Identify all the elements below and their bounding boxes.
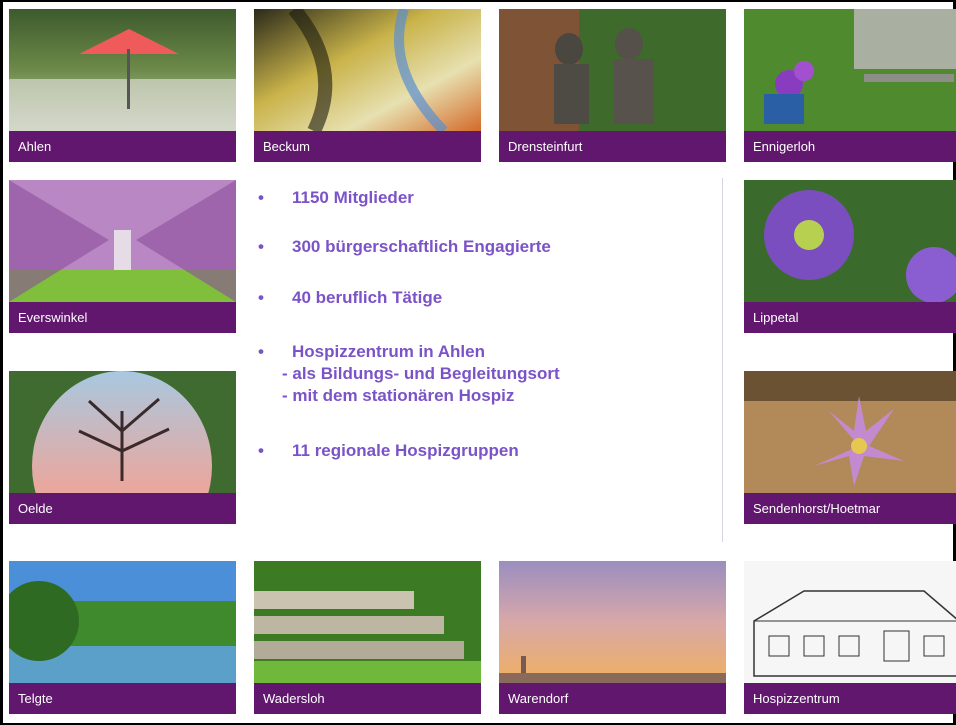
bullet-dot: • [258, 237, 264, 256]
center-sub1-text: - als Bildungs- und Begleitungsort [282, 364, 560, 383]
volunteers-text: 300 bürgerschaftlich Engagierte [292, 237, 551, 256]
tile-label: Ennigerloh [744, 131, 956, 162]
bullet-dot: • [258, 188, 264, 207]
bullet-dot: • [258, 441, 264, 460]
frame-left [0, 0, 3, 725]
tile-label: Beckum [254, 131, 481, 162]
bullet-dot: • [258, 342, 264, 361]
members-text: 1150 Mitglieder [292, 188, 414, 207]
beckum-photo [254, 9, 481, 131]
warendorf-photo [499, 561, 726, 683]
tile-wadersloh[interactable]: Wadersloh [254, 561, 481, 714]
lippetal-photo [744, 180, 956, 302]
tile-label: Everswinkel [9, 302, 236, 333]
bullet-professionals: • 40 beruflich Tätige [258, 288, 732, 308]
tile-ennigerloh[interactable]: Ennigerloh [744, 9, 956, 162]
ennigerloh-photo [744, 9, 956, 131]
tile-beckum[interactable]: Beckum [254, 9, 481, 162]
tile-label: Lippetal [744, 302, 956, 333]
oelde-photo [9, 371, 236, 493]
bullet-center: • Hospizzentrum in Ahlen [258, 342, 732, 362]
tile-label: Oelde [9, 493, 236, 524]
tile-everswinkel[interactable]: Everswinkel [9, 180, 236, 333]
ahlen-photo [9, 9, 236, 131]
tile-label: Drensteinfurt [499, 131, 726, 162]
bullet-dot: • [258, 288, 264, 307]
summary-panel: • 1150 Mitglieder • 300 bürgerschaftlich… [250, 178, 723, 542]
tile-label: Sendenhorst/Hoetmar [744, 493, 956, 524]
groups-text: 11 regionale Hospizgruppen [292, 441, 519, 460]
everswinkel-photo [9, 180, 236, 302]
tile-drensteinfurt[interactable]: Drensteinfurt [499, 9, 726, 162]
wadersloh-photo [254, 561, 481, 683]
tile-label: Telgte [9, 683, 236, 714]
tile-lippetal[interactable]: Lippetal [744, 180, 956, 333]
center-text: Hospizzentrum in Ahlen [292, 342, 485, 361]
bullet-center-sub1: - als Bildungs- und Begleitungsort [258, 364, 722, 384]
tile-warendorf[interactable]: Warendorf [499, 561, 726, 714]
tile-ahlen[interactable]: Ahlen [9, 9, 236, 162]
bullet-center-sub2: - mit dem stationären Hospiz [258, 386, 722, 406]
frame-top [0, 0, 956, 2]
bullet-volunteers: • 300 bürgerschaftlich Engagierte [258, 237, 732, 257]
professionals-text: 40 beruflich Tätige [292, 288, 443, 307]
tile-label: Ahlen [9, 131, 236, 162]
tile-label: Wadersloh [254, 683, 481, 714]
hospizzentrum-drawing [744, 561, 956, 683]
sendenhorst-photo [744, 371, 956, 493]
bullet-members: • 1150 Mitglieder [258, 188, 732, 208]
tile-sendenhorst[interactable]: Sendenhorst/Hoetmar [744, 371, 956, 524]
bullet-groups: • 11 regionale Hospizgruppen [258, 441, 732, 461]
center-sub2-text: - mit dem stationären Hospiz [282, 386, 515, 405]
drensteinfurt-photo [499, 9, 726, 131]
telgte-photo [9, 561, 236, 683]
tile-label: Hospizzentrum [744, 683, 956, 714]
tile-oelde[interactable]: Oelde [9, 371, 236, 524]
tile-hospizzentrum[interactable]: Hospizzentrum [744, 561, 956, 714]
tile-telgte[interactable]: Telgte [9, 561, 236, 714]
tile-label: Warendorf [499, 683, 726, 714]
